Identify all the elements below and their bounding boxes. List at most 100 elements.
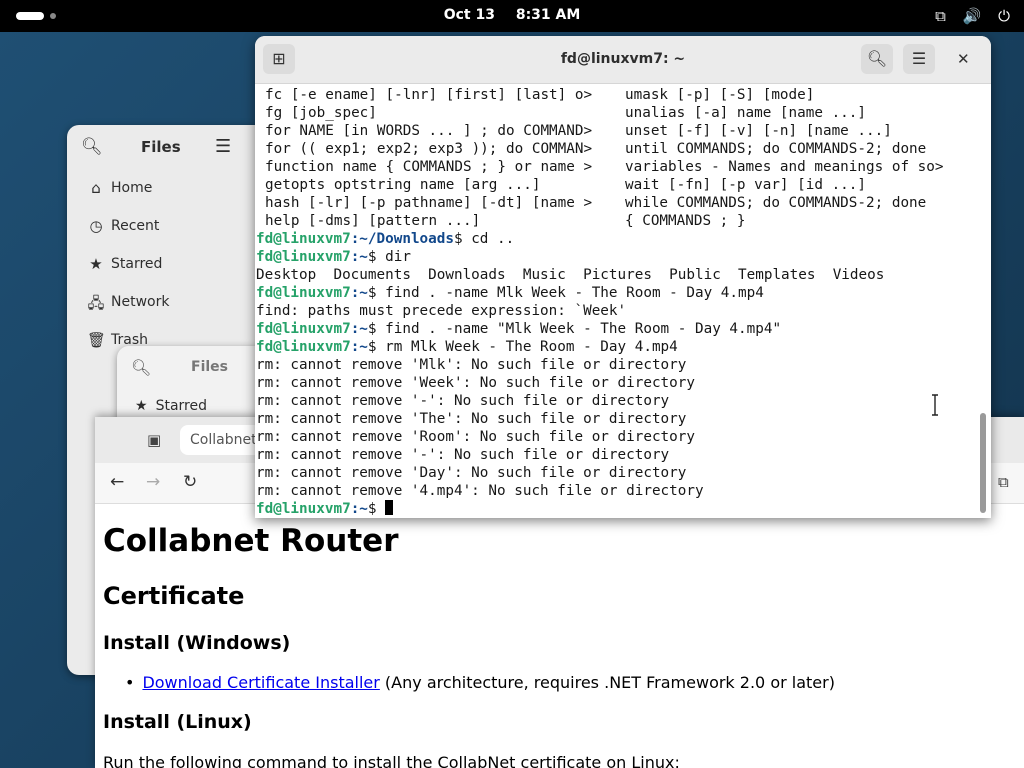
prompt-user: fd@linuxvm7 [256,231,351,247]
sidebar-item-starred[interactable]: ★ Starred [135,398,207,414]
menu-icon[interactable]: ☰ [215,136,231,157]
terminal-prompt-line: fd@linuxvm7:~$ find . -name Mlk Week - T… [256,284,764,302]
prompt-command: $ dir [367,249,411,265]
sidebar-item-label: Recent [111,218,160,234]
files-title-2: Files [191,359,228,375]
help-right-cell: unset [-f] [-v] [-n] [name ...] [625,123,892,139]
back-icon[interactable]: ← [110,472,124,492]
clock-date: Oct 13 [443,7,495,23]
terminal-output-line: rm: cannot remove 'Mlk': No such file or… [256,357,687,373]
terminal-output-line: rm: cannot remove 'Day': No such file or… [256,465,687,481]
terminal-output-line: rm: cannot remove '-': No such file or d… [256,393,670,409]
power-icon: ⏻ [998,7,1010,25]
prompt-command: $ rm Mlk Week - The Room - Day 4.mp4 [367,339,678,355]
help-right-cell: unalias [-a] name [name ...] [625,105,867,121]
clock-icon: ◷ [89,217,103,235]
menu-icon[interactable]: ☰ [903,44,935,74]
text-cursor-icon [932,394,938,416]
trash-icon: 🗑 [87,331,107,349]
terminal-prompt-line: fd@linuxvm7:~$ rm Mlk Week - The Room - … [256,338,678,356]
download-note: (Any architecture, requires .NET Framewo… [379,673,835,692]
prompt-user: fd@linuxvm7 [256,339,351,355]
star-icon: ★ [89,255,103,273]
linux-instructions: Run the following command to install the… [103,753,680,768]
prompt-path: :~ [350,321,368,337]
help-left-cell: help [-dms] [pattern ...] [265,213,481,229]
clock[interactable]: Oct 13 8:31 AM [0,7,1024,23]
terminal-window: ⊞ fd@linuxvm7: ~ 🔍︎ ☰ ✕ fc [-e ename] [-… [255,36,991,518]
terminal-output-line: rm: cannot remove '-': No such file or d… [256,447,670,463]
help-right-cell: umask [-p] [-S] [mode] [625,87,815,103]
page-title: Collabnet Router [103,523,399,559]
prompt-path: :~ [350,285,368,301]
help-left-cell: for NAME [in WORDS ... ] ; do COMMAND> [265,123,593,139]
help-left-cell: fc [-e ename] [-lnr] [first] [last] o> [265,87,593,103]
help-right-cell: until COMMANDS; do COMMANDS-2; done [625,141,927,157]
sidebar-item-label: Starred [111,256,163,272]
close-icon[interactable]: ✕ [957,50,970,68]
download-installer-link[interactable]: Download Certificate Installer [142,673,379,692]
prompt-path: :~ [350,249,368,265]
section-heading-certificate: Certificate [103,582,245,610]
network-icon: 🖧 [87,294,105,312]
prompt-user: fd@linuxvm7 [256,501,351,517]
tab-overview-icon[interactable]: ▣ [147,431,161,449]
prompt-path: :~ [350,501,368,517]
sidebar-item-starred[interactable]: ★ Starred [67,245,267,283]
share-icon[interactable]: ⧉ [998,473,1009,491]
terminal-prompt-line: fd@linuxvm7:~/Downloads$ cd .. [256,230,514,248]
prompt-user: fd@linuxvm7 [256,249,351,265]
help-right-cell: wait [-fn] [-p var] [id ...] [625,177,867,193]
help-right-cell: variables - Names and meanings of so> [625,159,944,175]
terminal-cursor [385,500,394,515]
prompt-command: $ find . -name Mlk Week - The Room - Day… [367,285,764,301]
search-icon[interactable]: 🔍︎ [81,137,103,157]
terminal-prompt-line: fd@linuxvm7:~$ find . -name "Mlk Week - … [256,320,781,338]
files-window-2: 🔍︎ Files ★ Starred [117,346,267,426]
sidebar-item-label: Network [111,294,170,310]
sidebar-item-home[interactable]: ⌂ Home [67,169,267,207]
terminal-prompt-line: fd@linuxvm7:~$ dir [256,248,411,266]
files-sidebar: ⌂ Home ◷ Recent ★ Starred 🖧 Network 🗑 Trash [67,169,267,359]
section-heading-install-windows: Install (Windows) [103,632,291,654]
search-icon[interactable]: 🔍︎ [861,44,893,74]
home-icon: ⌂ [91,179,101,197]
help-left-cell: function name { COMMANDS ; } or name > [265,159,593,175]
star-icon: ★ [135,398,148,414]
volume-icon: 🔊 [962,7,982,25]
sidebar-item-label: Home [111,180,153,196]
terminal-scrollbar[interactable] [980,413,986,513]
sidebar-item-recent[interactable]: ◷ Recent [67,207,267,245]
terminal-output-line: rm: cannot remove 'The': No such file or… [256,411,687,427]
terminal-headerbar: ⊞ fd@linuxvm7: ~ 🔍︎ ☰ ✕ [255,36,991,84]
prompt-user: fd@linuxvm7 [256,321,351,337]
files-headerbar: 🔍︎ Files ☰ [67,125,267,169]
help-right-cell: { COMMANDS ; } [625,213,746,229]
prompt-command: $ find . -name "Mlk Week - The Room - Da… [367,321,782,337]
files-title: Files [141,138,181,156]
system-tray[interactable]: ⧉ 🔊 ⏻ [923,7,1010,25]
terminal-output-line: Desktop Documents Downloads Music Pictur… [256,267,885,283]
prompt-command: $ cd .. [453,231,515,247]
terminal-output-line: find: paths must precede expression: `We… [256,303,627,319]
help-left-cell: fg [job_spec] [265,105,377,121]
tab-title: Collabnet [190,432,257,448]
sidebar-item-network[interactable]: 🖧 Network [67,283,267,321]
help-left-cell: hash [-lr] [-p pathname] [-dt] [name > [265,195,593,211]
list-item: • Download Certificate Installer (Any arc… [125,673,835,692]
terminal-output[interactable]: fc [-e ename] [-lnr] [first] [last] o> um… [256,86,976,518]
prompt-path: :~ [350,339,368,355]
sidebar-item-label: Starred [155,398,207,414]
terminal-prompt-line: fd@linuxvm7:~$ [256,500,394,518]
bullet: • [125,673,135,692]
prompt-path: :~/Downloads [350,231,454,247]
prompt-user: fd@linuxvm7 [256,285,351,301]
help-left-cell: for (( exp1; exp2; exp3 )); do COMMAN> [265,141,593,157]
reload-icon[interactable]: ↻ [183,472,197,492]
search-icon[interactable]: 🔍︎ [131,358,151,377]
help-left-cell: getopts optstring name [arg ...] [265,177,541,193]
forward-icon[interactable]: → [146,472,160,492]
section-heading-install-linux: Install (Linux) [103,711,252,733]
network-icon: ⧉ [935,7,946,25]
help-right-cell: while COMMANDS; do COMMANDS-2; done [625,195,927,211]
